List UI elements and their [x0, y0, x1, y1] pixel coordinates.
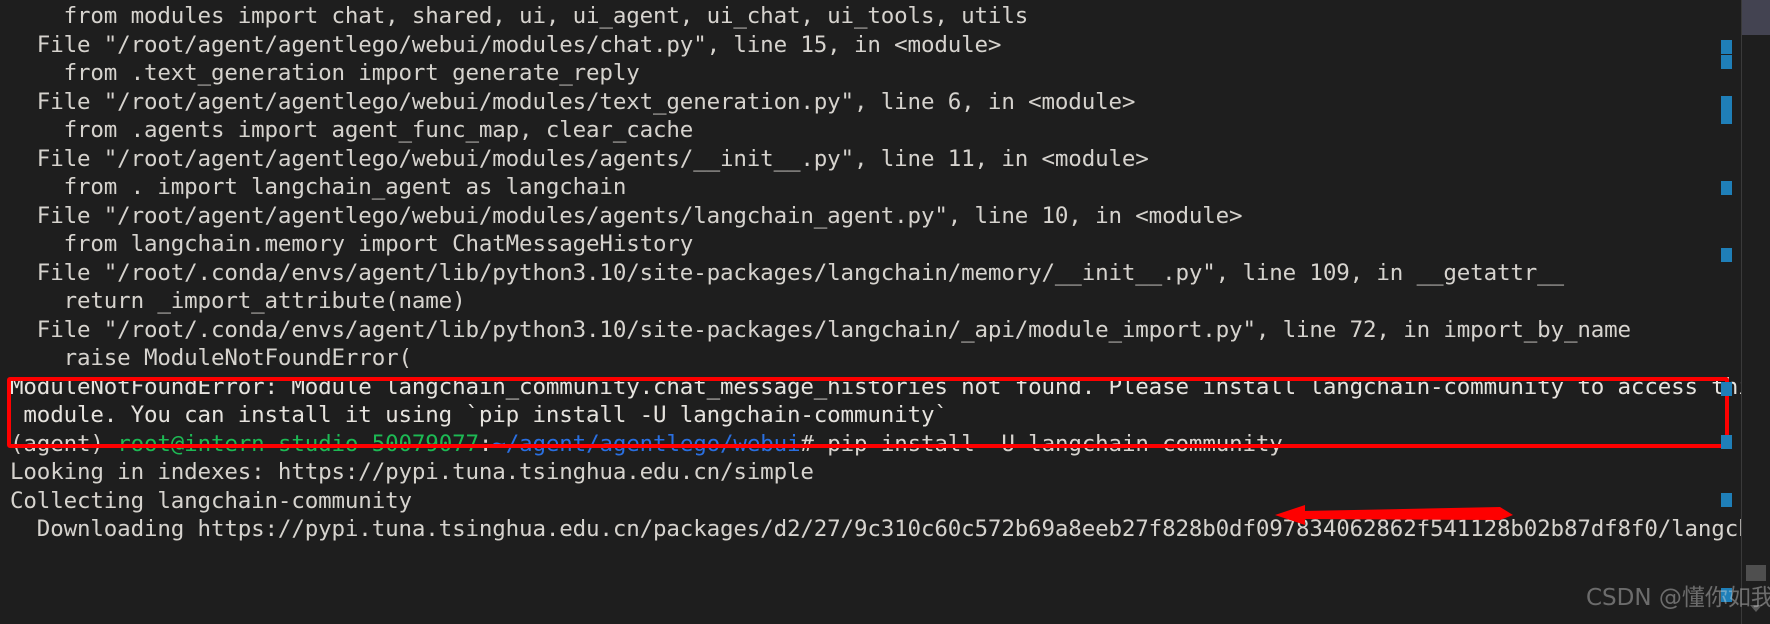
minimap-mark[interactable]	[1721, 181, 1732, 195]
scrollbar-cursor-marker[interactable]	[1746, 565, 1766, 581]
minimap[interactable]	[1718, 0, 1740, 624]
error-message-line-1: ModuleNotFoundError: Module langchain_co…	[10, 373, 1765, 400]
traceback-line: from langchain.memory import ChatMessage…	[10, 231, 694, 257]
minimap-mark[interactable]	[1721, 435, 1732, 449]
traceback-line: from . import langchain_agent as langcha…	[10, 174, 627, 200]
traceback-line: File "/root/agent/agentlego/webui/module…	[10, 145, 1149, 172]
pip-output-line: Collecting langchain-community	[10, 487, 412, 514]
error-message-line-2: module. You can install it using `pip in…	[10, 402, 948, 428]
traceback-line: from .text_generation import generate_re…	[10, 60, 640, 86]
traceback-line: raise ModuleNotFoundError(	[10, 345, 412, 371]
prompt-path: ~/agent/agentlego/webui	[492, 430, 801, 457]
minimap-mark[interactable]	[1721, 96, 1732, 110]
prompt-user-host: root@intern-studio-50079077	[117, 430, 479, 457]
scroll-down-arrow-icon[interactable]	[1750, 605, 1762, 612]
minimap-mark[interactable]	[1721, 110, 1732, 124]
traceback-line: File "/root/.conda/envs/agent/lib/python…	[10, 316, 1631, 343]
minimap-mark[interactable]	[1721, 55, 1732, 69]
minimap-mark[interactable]	[1721, 382, 1732, 396]
scrollbar-thumb[interactable]	[1742, 0, 1770, 35]
pip-output-line: Looking in indexes: https://pypi.tuna.ts…	[10, 459, 814, 485]
prompt-symbol: #	[800, 430, 814, 457]
traceback-line: from .agents import agent_func_map, clea…	[10, 117, 694, 143]
traceback-line: File "/root/agent/agentlego/webui/module…	[10, 31, 1002, 58]
terminal-text-area[interactable]: from modules import chat, shared, ui, ui…	[0, 0, 1765, 624]
minimap-mark[interactable]	[1721, 493, 1732, 507]
traceback-line: File "/root/.conda/envs/agent/lib/python…	[10, 259, 1564, 286]
minimap-mark[interactable]	[1721, 40, 1732, 54]
vertical-scrollbar[interactable]	[1742, 0, 1770, 624]
traceback-line: return _import_attribute(name)	[10, 288, 466, 314]
prompt-command[interactable]: pip install -U langchain-community	[827, 431, 1283, 457]
traceback-line: File "/root/agent/agentlego/webui/module…	[10, 202, 1243, 229]
shell-prompt-line[interactable]: (agent) root@intern-studio-50079077:~/ag…	[0, 430, 1718, 459]
traceback-line: File "/root/agent/agentlego/webui/module…	[10, 88, 1136, 115]
prompt-env: (agent)	[10, 430, 104, 457]
prompt-separator: :	[478, 430, 493, 457]
terminal-window: from modules import chat, shared, ui, ui…	[0, 0, 1770, 624]
minimap-mark[interactable]	[1721, 248, 1732, 262]
minimap-mark[interactable]	[1721, 588, 1732, 602]
traceback-line: from modules import chat, shared, ui, ui…	[10, 3, 1029, 29]
pip-output-line: Downloading https://pypi.tuna.tsinghua.e…	[10, 516, 1765, 542]
